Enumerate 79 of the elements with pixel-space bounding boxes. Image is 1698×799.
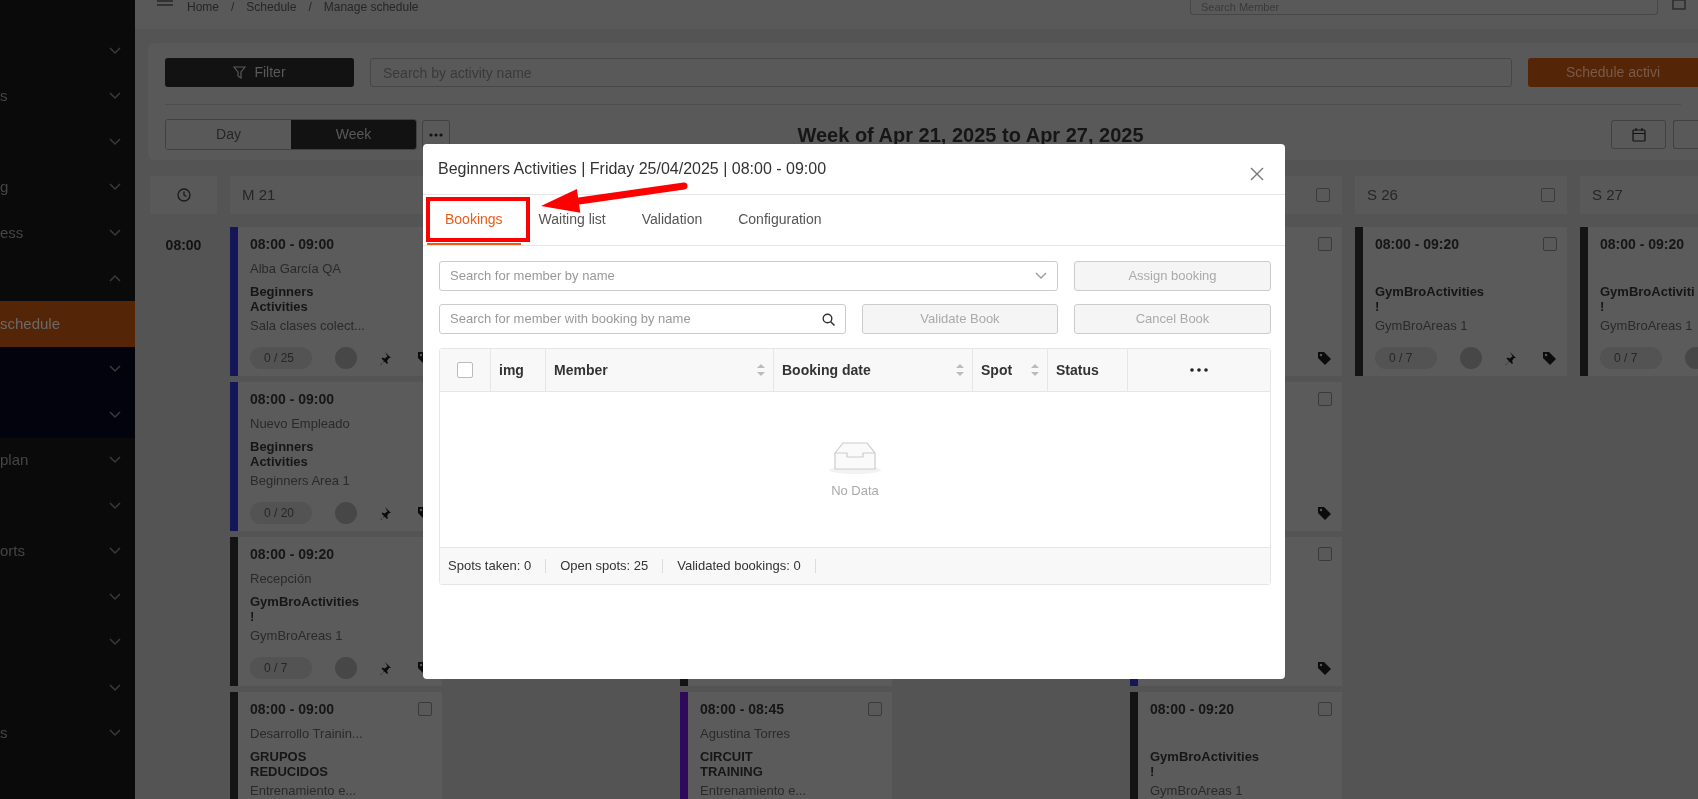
week-title: Week of Apr 21, 2025 to Apr 27, 2025	[796, 122, 1145, 148]
filter-icon	[233, 66, 247, 79]
sidebar-item[interactable]: plan	[0, 437, 135, 483]
pin-icon	[380, 506, 394, 520]
sort-icon	[1031, 364, 1039, 376]
card-checkbox[interactable]	[1318, 547, 1332, 561]
tag-icon	[1316, 505, 1332, 521]
dialog-tab[interactable]: Configuration	[720, 195, 840, 245]
filter-button[interactable]: Filter	[165, 58, 354, 87]
column-header[interactable]: Spot	[981, 359, 1013, 381]
sort-icon	[956, 364, 964, 376]
card-activity: GymBroActivities !	[1150, 749, 1260, 781]
card-checkbox[interactable]	[418, 702, 432, 716]
member-select-field[interactable]: Search for member by name	[439, 261, 1058, 291]
sidebar-item[interactable]: g	[0, 164, 135, 210]
close-icon	[1250, 166, 1264, 181]
card-activity: GRUPOS REDUCIDOS	[250, 749, 328, 781]
schedule-activity-button[interactable]: Schedule activi	[1528, 58, 1698, 87]
day-checkbox[interactable]	[1541, 188, 1555, 202]
card-activity: Beginners Activities	[250, 439, 314, 471]
card-time: 08:00 - 09:00	[250, 700, 335, 719]
day-checkbox[interactable]	[1316, 188, 1330, 202]
column-header[interactable]: Status	[1056, 359, 1099, 381]
card-checkbox[interactable]	[1318, 237, 1332, 251]
view-mode-tab[interactable]: Week	[291, 120, 416, 149]
breadcrumb-separator: /	[308, 0, 312, 14]
sidebar-subitem[interactable]: schedule	[0, 301, 135, 347]
card-time: 08:00 - 09:20	[1150, 700, 1235, 719]
card-checkbox[interactable]	[1318, 392, 1332, 406]
dialog-tab[interactable]: Bookings	[427, 195, 521, 245]
dialog-tab[interactable]: Waiting list	[520, 195, 624, 245]
breadcrumb-separator: /	[231, 0, 235, 14]
summary-text: Validated bookings: 0	[677, 559, 816, 573]
column-header[interactable]: Booking date	[782, 359, 871, 381]
tag-icon	[1316, 660, 1332, 676]
card-activity: CIRCUIT TRAINING	[700, 749, 763, 781]
time-label: 08:00	[164, 236, 203, 255]
card-time: 08:00 - 08:45	[700, 700, 785, 719]
column-header[interactable]: img	[499, 359, 524, 381]
dialog-title: Beginners Activities | Friday 25/04/2025 | 08:00 - 09:00	[438, 159, 827, 179]
card-time: 08:00 - 09:20	[1600, 235, 1685, 254]
card-activity: Beginners Activities	[250, 284, 314, 316]
summary-text: Open spots: 25	[560, 559, 664, 573]
card-time: 08:00 - 09:20	[250, 545, 335, 564]
navigation-button[interactable]	[1673, 120, 1698, 149]
pin-icon	[380, 351, 394, 365]
chevron-down-icon	[109, 410, 121, 419]
dots-icon	[429, 132, 443, 137]
chevron-down-icon	[109, 365, 121, 374]
sort-icon	[757, 364, 765, 376]
card-time: 08:00 - 09:00	[250, 235, 335, 254]
column-header[interactable]: Member	[554, 359, 608, 381]
booking-search-field[interactable]: Search for member with booking by name	[439, 304, 846, 334]
dots-icon	[1190, 368, 1208, 372]
card-activity: GymBroActiviti !	[1600, 284, 1695, 316]
summary-text: Spots taken: 0	[448, 559, 547, 573]
dialog-tab[interactable]: Validation	[623, 195, 721, 245]
tag-icon	[1316, 350, 1332, 366]
card-time: 08:00 - 09:00	[250, 390, 335, 409]
tag-icon	[1542, 350, 1557, 366]
menu-icon	[157, 0, 173, 6]
chevron-down-icon	[1035, 272, 1047, 280]
empty-message: No Data	[831, 481, 879, 500]
sidebar-item[interactable]: ess	[0, 210, 135, 256]
pin-icon	[1505, 351, 1519, 365]
sidebar-item[interactable]: s	[0, 73, 135, 119]
select-all-checkbox[interactable]	[457, 362, 473, 378]
pin-icon	[380, 661, 394, 675]
card-time: 08:00 - 09:20	[1375, 235, 1460, 254]
sidebar-item[interactable]: s	[0, 710, 135, 756]
calendar-button[interactable]	[1611, 120, 1666, 149]
sidebar-item[interactable]: orts	[0, 528, 135, 574]
card-checkbox[interactable]	[1318, 702, 1332, 716]
card-activity: GymBroActivities !	[250, 594, 360, 626]
card-activity: GymBroActivities !	[1375, 284, 1485, 316]
search-icon	[822, 312, 835, 326]
card-checkbox[interactable]	[868, 702, 882, 716]
clock-icon	[176, 188, 191, 202]
card-checkbox[interactable]	[1543, 237, 1557, 251]
